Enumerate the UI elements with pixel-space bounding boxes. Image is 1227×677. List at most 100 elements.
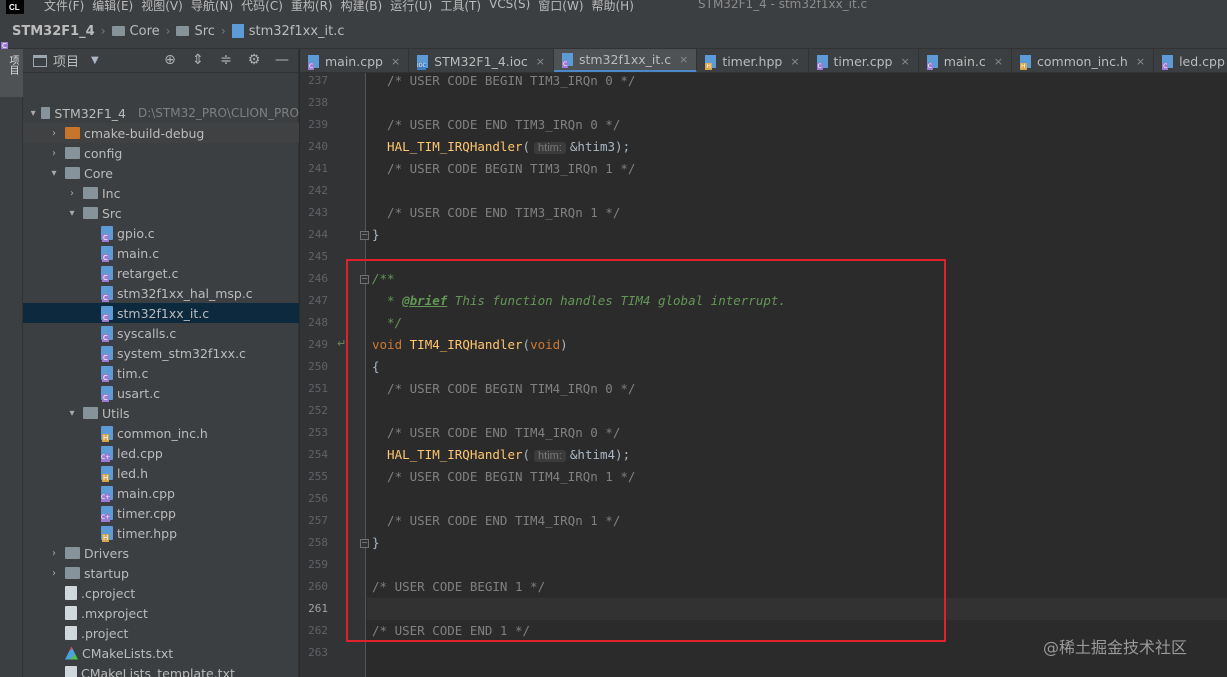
code-line: /* USER CODE BEGIN TIM3_IRQn 1 */ xyxy=(372,158,635,180)
tree-item[interactable]: tim.c xyxy=(23,363,299,383)
code-line: /* USER CODE BEGIN 1 */ xyxy=(372,576,545,598)
menu-item-0[interactable]: 文件(F) xyxy=(44,0,84,14)
tree-item[interactable]: common_inc.h xyxy=(23,423,299,443)
menu-item-9[interactable]: VCS(S) xyxy=(489,0,530,14)
chevron-right-icon[interactable]: › xyxy=(47,548,61,559)
menu-item-5[interactable]: 重构(R) xyxy=(291,0,333,14)
fold-marker-icon[interactable]: − xyxy=(360,275,369,284)
collapse-all-icon[interactable]: ≑ xyxy=(216,52,236,68)
line-number: 253 xyxy=(308,426,328,439)
current-line-highlight xyxy=(367,598,1227,620)
tree-item[interactable]: › startup xyxy=(23,563,299,583)
tree-item[interactable]: ▾ Src xyxy=(23,203,299,223)
tree-item[interactable]: ▾ Core xyxy=(23,163,299,183)
project-tool-tab[interactable]: 项目 xyxy=(0,49,23,97)
expand-all-icon[interactable]: ⇕ xyxy=(188,52,208,68)
main-menu: 文件(F) 编辑(E) 视图(V) 导航(N) 代码(C) 重构(R) 构建(B) 运行(U)… xyxy=(44,0,642,14)
tree-item[interactable]: led.cpp xyxy=(23,443,299,463)
close-icon[interactable]: × xyxy=(679,53,688,66)
editor-tab[interactable]: main.cpp × xyxy=(300,49,410,72)
tree-item-label: led.h xyxy=(117,465,148,481)
close-icon[interactable]: × xyxy=(994,55,1003,68)
tree-item[interactable]: gpio.c xyxy=(23,223,299,243)
chevron-down-icon[interactable]: ▾ xyxy=(47,168,61,179)
code-line: */ xyxy=(372,312,402,334)
tree-item[interactable]: retarget.c xyxy=(23,263,299,283)
implementation-marker-icon[interactable]: ↵ xyxy=(337,337,346,350)
tree-item[interactable]: timer.cpp xyxy=(23,503,299,523)
code-line: /** xyxy=(372,268,395,290)
line-number: 251 xyxy=(308,382,328,395)
chevron-down-icon[interactable]: ▾ xyxy=(65,208,79,219)
tree-item-label: syscalls.c xyxy=(117,325,177,341)
tree-item[interactable]: timer.hpp xyxy=(23,523,299,543)
tree-item[interactable]: stm32f1xx_it.c xyxy=(23,303,299,323)
breadcrumb-src[interactable]: Src xyxy=(176,24,215,39)
menu-item-6[interactable]: 构建(B) xyxy=(341,0,383,14)
tree-item[interactable]: › config xyxy=(23,143,299,163)
menu-item-11[interactable]: 帮助(H) xyxy=(592,0,634,14)
close-icon[interactable]: × xyxy=(391,55,400,68)
tree-item[interactable]: CMakeLists.txt xyxy=(23,643,299,663)
breadcrumb-project[interactable]: STM32F1_4 xyxy=(12,24,95,39)
menu-item-10[interactable]: 窗口(W) xyxy=(538,0,583,14)
close-icon[interactable]: × xyxy=(790,55,799,68)
tree-item[interactable]: system_stm32f1xx.c xyxy=(23,343,299,363)
menu-item-3[interactable]: 导航(N) xyxy=(191,0,233,14)
editor-tab[interactable]: common_inc.h × xyxy=(1012,49,1155,72)
chevron-right-icon[interactable]: › xyxy=(47,568,61,579)
chevron-down-icon[interactable]: ▼ xyxy=(91,55,99,66)
editor-tab[interactable]: STM32F1_4.ioc × xyxy=(409,49,554,72)
menu-item-8[interactable]: 工具(T) xyxy=(440,0,481,14)
tree-item[interactable]: main.c xyxy=(23,243,299,263)
folder-icon xyxy=(83,187,98,199)
chevron-right-icon[interactable]: › xyxy=(47,128,61,139)
tree-item[interactable]: .cproject xyxy=(23,583,299,603)
tree-item[interactable]: ▾ Utils xyxy=(23,403,299,423)
fold-marker-icon[interactable]: − xyxy=(360,539,369,548)
chevron-right-icon[interactable]: › xyxy=(65,188,79,199)
menu-item-7[interactable]: 运行(U) xyxy=(390,0,432,14)
menu-item-1[interactable]: 编辑(E) xyxy=(92,0,133,14)
menu-item-4[interactable]: 代码(C) xyxy=(241,0,283,14)
tree-item[interactable]: .mxproject xyxy=(23,603,299,623)
project-panel-title[interactable]: 项目 xyxy=(53,51,79,70)
breadcrumb-core[interactable]: Core xyxy=(111,24,160,39)
breadcrumb-file[interactable]: stm32f1xx_it.c xyxy=(231,24,345,39)
fold-marker-icon[interactable]: − xyxy=(360,231,369,240)
editor-tab[interactable]: timer.hpp × xyxy=(697,49,809,72)
tab-label: STM32F1_4.ioc xyxy=(434,53,528,69)
hide-icon[interactable]: — xyxy=(272,52,292,68)
line-number: 241 xyxy=(308,162,328,175)
tree-item[interactable]: stm32f1xx_hal_msp.c xyxy=(23,283,299,303)
code-token: ( xyxy=(522,139,531,154)
tree-item[interactable]: led.h xyxy=(23,463,299,483)
editor-tab[interactable]: timer.cpp × xyxy=(809,49,919,72)
tree-item[interactable]: .project xyxy=(23,623,299,643)
tree-item-label: main.c xyxy=(117,245,160,261)
tree-item[interactable]: ▾ STM32F1_4 D:\STM32_PRO\CLION_PRO xyxy=(23,103,299,123)
locate-icon[interactable]: ⊕ xyxy=(160,52,180,68)
editor-tab[interactable]: led.cpp× xyxy=(1154,49,1227,72)
close-icon[interactable]: × xyxy=(536,55,545,68)
tree-item-label: Drivers xyxy=(84,545,129,561)
tree-item[interactable]: syscalls.c xyxy=(23,323,299,343)
tree-item[interactable]: › Inc xyxy=(23,183,299,203)
editor-tab[interactable]: stm32f1xx_it.c × xyxy=(553,49,698,72)
menu-item-2[interactable]: 视图(V) xyxy=(141,0,183,14)
tree-item[interactable]: › cmake-build-debug xyxy=(23,123,299,143)
gear-icon[interactable]: ⚙ xyxy=(244,52,264,68)
tree-item[interactable]: › Drivers xyxy=(23,543,299,563)
code-token: /* USER CODE END 1 */ xyxy=(372,623,531,638)
tab-label: main.c xyxy=(943,53,986,69)
chevron-down-icon[interactable]: ▾ xyxy=(65,408,79,419)
tree-item[interactable]: CMakeLists_template.txt xyxy=(23,663,299,677)
editor-tab[interactable]: main.c × xyxy=(919,49,1012,72)
close-icon[interactable]: × xyxy=(900,55,909,68)
chevron-right-icon[interactable]: › xyxy=(47,148,61,159)
close-icon[interactable]: × xyxy=(1136,55,1145,68)
tree-item[interactable]: main.cpp xyxy=(23,483,299,503)
tree-item[interactable]: usart.c xyxy=(23,383,299,403)
chevron-down-icon[interactable]: ▾ xyxy=(29,108,37,119)
code-editor[interactable]: 237 238 239 240 241 242 243 244 − 245 246 − 247 248 24… xyxy=(300,73,1227,677)
